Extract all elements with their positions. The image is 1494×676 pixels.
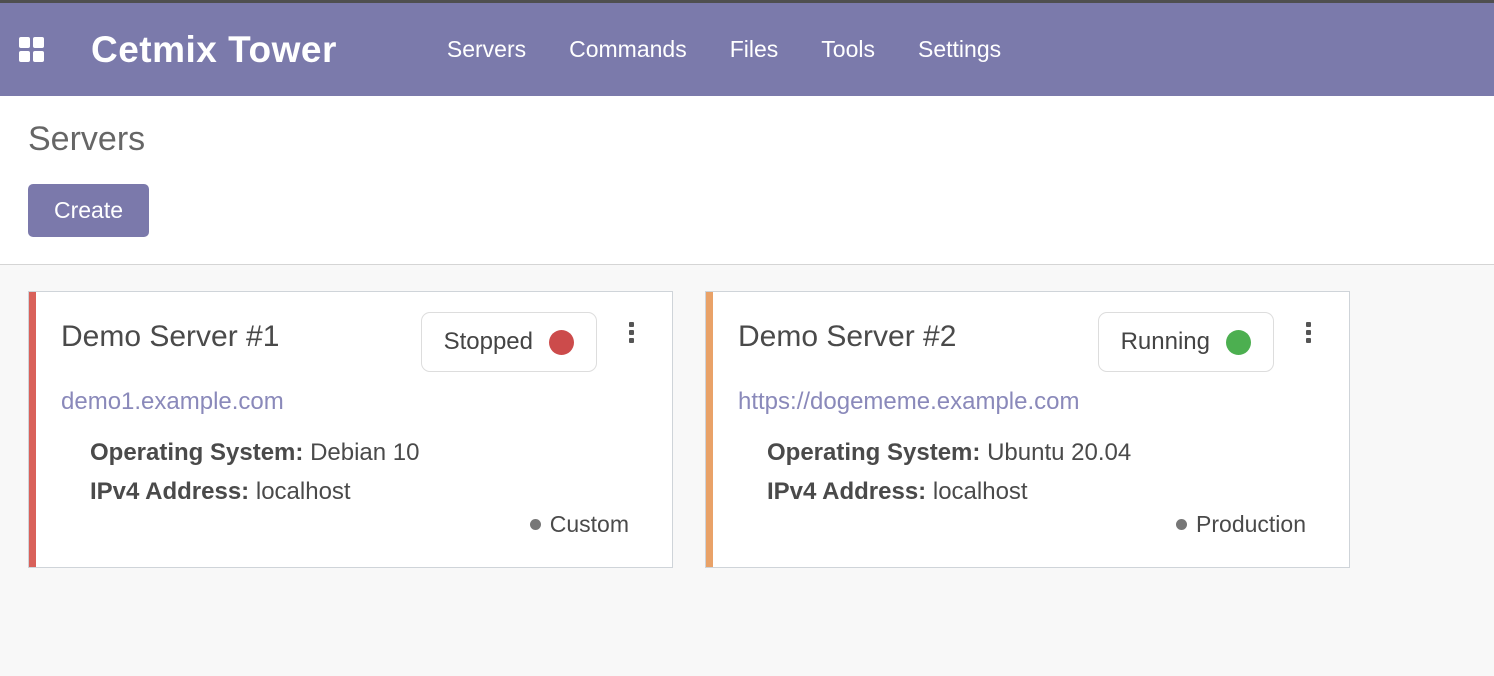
- card-color-stripe: [706, 292, 713, 567]
- server-info: Operating System: Ubuntu 20.04 IPv4 Addr…: [738, 433, 1315, 511]
- info-value: Ubuntu 20.04: [987, 439, 1131, 466]
- info-value: localhost: [933, 478, 1028, 505]
- page-head: Servers Create: [0, 96, 1494, 264]
- info-label: IPv4 Address:: [90, 478, 249, 505]
- info-value: Debian 10: [310, 439, 419, 466]
- info-row-os: Operating System: Debian 10: [90, 433, 638, 472]
- server-card[interactable]: Demo Server #2 Running https://dogememe.…: [705, 291, 1350, 568]
- status-badge: Running: [1098, 312, 1274, 372]
- tag-badge: Production: [1176, 511, 1306, 538]
- apps-grid-icon[interactable]: [19, 37, 44, 62]
- status-dot-icon: [1226, 330, 1251, 355]
- tag-label: Custom: [550, 511, 629, 538]
- tag-badge: Custom: [530, 511, 629, 538]
- info-value: localhost: [256, 478, 351, 505]
- kebab-menu-icon[interactable]: [625, 318, 638, 347]
- info-label: IPv4 Address:: [767, 478, 926, 505]
- create-button[interactable]: Create: [28, 184, 149, 237]
- info-label: Operating System:: [767, 439, 980, 466]
- card-top-row: Demo Server #2 Running: [738, 312, 1315, 372]
- card-top-row: Demo Server #1 Stopped: [61, 312, 638, 372]
- kanban-area: Demo Server #1 Stopped demo1.example.com…: [0, 264, 1494, 676]
- page-title: Servers: [28, 120, 1466, 159]
- server-link[interactable]: https://dogememe.example.com: [738, 388, 1080, 416]
- status-label: Running: [1121, 328, 1210, 356]
- status-label: Stopped: [444, 328, 533, 356]
- info-row-ip: IPv4 Address: localhost: [90, 472, 638, 511]
- nav-item-files[interactable]: Files: [730, 36, 779, 63]
- tag-dot-icon: [530, 519, 541, 530]
- tag-dot-icon: [1176, 519, 1187, 530]
- server-name: Demo Server #1: [61, 312, 279, 354]
- tag-label: Production: [1196, 511, 1306, 538]
- server-name: Demo Server #2: [738, 312, 956, 354]
- nav-item-servers[interactable]: Servers: [447, 36, 526, 63]
- kebab-menu-icon[interactable]: [1302, 318, 1315, 347]
- server-link[interactable]: demo1.example.com: [61, 388, 284, 416]
- info-label: Operating System:: [90, 439, 303, 466]
- server-card[interactable]: Demo Server #1 Stopped demo1.example.com…: [28, 291, 673, 568]
- info-row-ip: IPv4 Address: localhost: [767, 472, 1315, 511]
- nav-item-tools[interactable]: Tools: [821, 36, 875, 63]
- server-cards: Demo Server #1 Stopped demo1.example.com…: [28, 291, 1466, 568]
- main-nav: Servers Commands Files Tools Settings: [447, 36, 1001, 63]
- nav-item-commands[interactable]: Commands: [569, 36, 687, 63]
- status-dot-icon: [549, 330, 574, 355]
- status-badge: Stopped: [421, 312, 597, 372]
- card-color-stripe: [29, 292, 36, 567]
- nav-item-settings[interactable]: Settings: [918, 36, 1001, 63]
- brand-title[interactable]: Cetmix Tower: [91, 29, 337, 71]
- app-header: Cetmix Tower Servers Commands Files Tool…: [0, 3, 1494, 96]
- info-row-os: Operating System: Ubuntu 20.04: [767, 433, 1315, 472]
- server-info: Operating System: Debian 10 IPv4 Address…: [61, 433, 638, 511]
